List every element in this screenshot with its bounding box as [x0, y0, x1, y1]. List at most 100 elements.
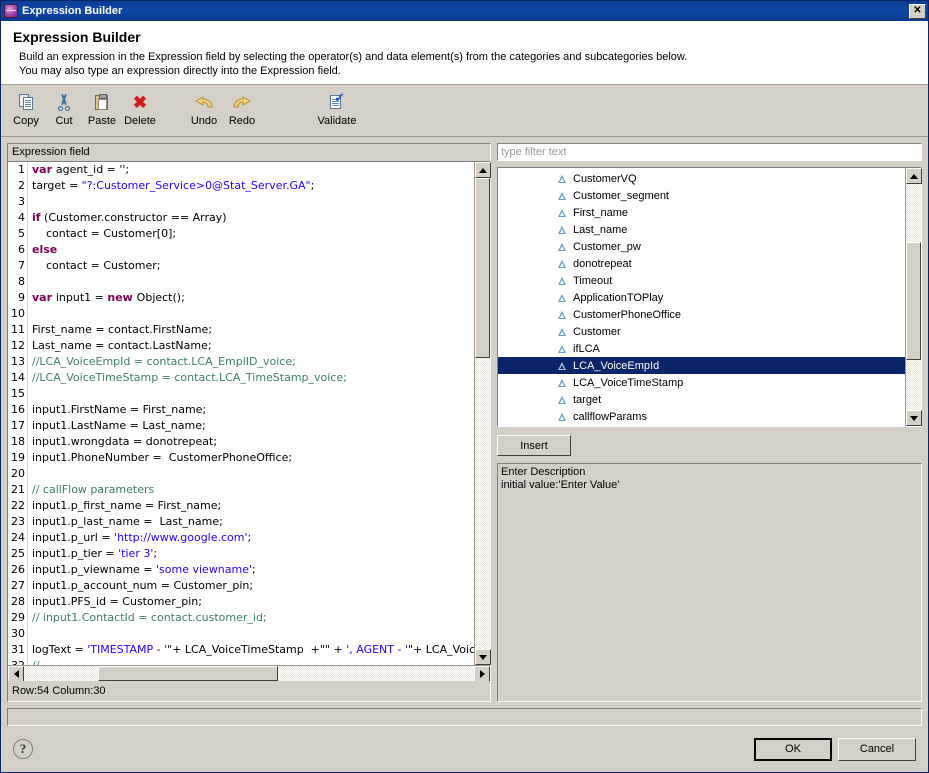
list-item[interactable]: ifLCA	[498, 340, 905, 357]
code-line-text: logText = 'TIMESTAMP - '"+ LCA_VoiceTime…	[32, 643, 474, 656]
code-line-text: var input1 = new Object();	[32, 291, 185, 304]
copy-button[interactable]: Copy	[7, 91, 45, 127]
code-line: 2 target = "?:Customer_Service>0@Stat_Ser…	[8, 178, 474, 194]
line-number: 24	[8, 530, 28, 546]
list-item[interactable]: Timeout	[498, 272, 905, 289]
list-item-label: Customer_segment	[573, 189, 669, 202]
validate-button[interactable]: ✓ Validate	[307, 91, 367, 127]
variable-icon	[558, 276, 567, 285]
variable-icon	[558, 259, 567, 268]
list-item[interactable]: CustomerVQ	[498, 170, 905, 187]
list-item[interactable]: Customer_pw	[498, 238, 905, 255]
list-item[interactable]: Last_name	[498, 221, 905, 238]
list-item[interactable]: Customer	[498, 323, 905, 340]
line-number: 17	[8, 418, 28, 434]
scroll-down-icon[interactable]	[475, 649, 491, 665]
code-line-text: //LCA_VoiceTimeStamp = contact.LCA_TimeS…	[32, 371, 347, 384]
redo-button[interactable]: Redo	[223, 91, 261, 127]
line-number: 19	[8, 450, 28, 466]
list-item[interactable]: Customer_segment	[498, 187, 905, 204]
delete-button[interactable]: ✖ Delete	[121, 91, 159, 128]
list-item[interactable]: First_name	[498, 204, 905, 221]
list-item-label: ApplicationTOPlay	[573, 291, 664, 304]
list-item-label: Customer_pw	[573, 240, 641, 253]
code-line: 23 input1.p_last_name = Last_name;	[8, 514, 474, 530]
expression-field-panel: Expression field 1 var agent_id = ''; 2 tar…	[7, 143, 491, 702]
undo-icon	[185, 91, 223, 113]
code-line: 18 input1.wrongdata = donotrepeat;	[8, 434, 474, 450]
editor-hscroll-thumb[interactable]	[98, 666, 278, 681]
element-list[interactable]: CustomerVQ Customer_segment First_name Last…	[498, 168, 905, 426]
code-line: 19 input1.PhoneNumber = CustomerPhoneOffi…	[8, 450, 474, 466]
line-number: 9	[8, 290, 28, 306]
editor-vertical-scrollbar[interactable]	[474, 162, 491, 665]
code-line-text: input1.p_url = 'http://www.google.com';	[32, 531, 252, 544]
scroll-up-icon[interactable]	[475, 162, 491, 178]
code-line: 30	[8, 626, 474, 642]
code-line: 25 input1.p_tier = 'tier 3';	[8, 546, 474, 562]
list-vertical-scrollbar[interactable]	[905, 168, 922, 426]
list-item[interactable]: LCA_VoiceEmpId	[498, 357, 905, 374]
list-item-label: callflowParams	[573, 410, 647, 423]
variable-icon	[558, 361, 567, 370]
list-scroll-down-icon[interactable]	[906, 410, 922, 426]
line-number: 18	[8, 434, 28, 450]
code-line: 8	[8, 274, 474, 290]
element-description: Enter Description initial value:'Enter V…	[497, 463, 922, 702]
line-number: 7	[8, 258, 28, 274]
code-line-text: var agent_id = '';	[32, 163, 130, 176]
list-item[interactable]: CustomerPhoneOffice	[498, 306, 905, 323]
list-scroll-up-icon[interactable]	[906, 168, 922, 184]
close-icon[interactable]: ✕	[909, 3, 926, 19]
code-line: 5 contact = Customer[0];	[8, 226, 474, 242]
code-text-area[interactable]: 1 var agent_id = ''; 2 target = "?:Customer…	[8, 162, 474, 665]
expression-builder-window: Expression Builder ✕ Expression Builder …	[0, 0, 929, 773]
element-list-panel: CustomerVQ Customer_segment First_name Last…	[497, 167, 922, 427]
list-vscroll-thumb[interactable]	[906, 242, 921, 360]
cancel-button[interactable]: Cancel	[838, 737, 916, 761]
dialog-header: Expression Builder Build an expression i…	[1, 21, 928, 85]
help-icon[interactable]: ?	[13, 739, 33, 759]
list-item-label: LCA_VoiceEmpId	[573, 359, 660, 372]
cut-button[interactable]: Cut	[45, 91, 83, 127]
redo-icon	[223, 91, 261, 113]
code-line: 16 input1.FirstName = First_name;	[8, 402, 474, 418]
ok-button[interactable]: OK	[754, 737, 832, 761]
variable-icon	[558, 378, 567, 387]
editor-vscroll-thumb[interactable]	[475, 178, 490, 358]
list-item[interactable]: LCA_VoiceTimeStamp	[498, 374, 905, 391]
scroll-left-icon[interactable]	[8, 666, 24, 682]
line-number: 5	[8, 226, 28, 242]
cursor-position-status: Row:54 Column:30	[12, 685, 106, 697]
line-number: 8	[8, 274, 28, 290]
list-item-label: CustomerVQ	[573, 172, 637, 185]
editor-vscroll-track[interactable]	[475, 178, 490, 649]
element-palette-panel: CustomerVQ Customer_segment First_name Last…	[496, 142, 923, 702]
code-line: 15	[8, 386, 474, 402]
variable-icon	[558, 344, 567, 353]
code-line: 12 Last_name = contact.LastName;	[8, 338, 474, 354]
editor-horizontal-scrollbar[interactable]	[8, 665, 490, 682]
list-vscroll-track[interactable]	[906, 184, 921, 410]
line-number: 25	[8, 546, 28, 562]
line-number: 1	[8, 162, 28, 178]
paste-button[interactable]: Paste	[83, 91, 121, 127]
editor-hscroll-track[interactable]	[24, 666, 474, 681]
variable-icon	[558, 395, 567, 404]
code-line: 26 input1.p_viewname = 'some viewname';	[8, 562, 474, 578]
scroll-right-icon[interactable]	[474, 666, 490, 682]
filter-input[interactable]	[496, 142, 923, 162]
window-title: Expression Builder	[22, 5, 123, 17]
line-number: 30	[8, 626, 28, 642]
undo-button[interactable]: Undo	[185, 91, 223, 127]
list-item[interactable]: callflowParams	[498, 408, 905, 425]
list-item[interactable]: donotrepeat	[498, 255, 905, 272]
code-line-text: input1.LastName = Last_name;	[32, 419, 206, 432]
insert-button[interactable]: Insert	[497, 435, 571, 456]
list-item[interactable]: ApplicationTOPlay	[498, 289, 905, 306]
code-line-text: //LCA_VoiceEmpId = contact.LCA_EmplID_vo…	[32, 355, 296, 368]
list-item[interactable]: target	[498, 391, 905, 408]
